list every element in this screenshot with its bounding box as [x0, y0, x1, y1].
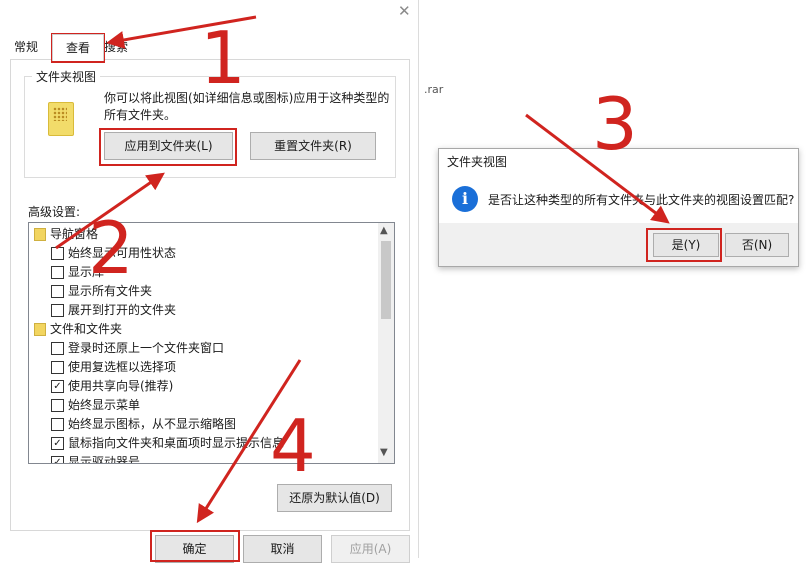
annotation-number-2: 2: [88, 206, 134, 290]
annotation-number-4: 4: [270, 404, 316, 488]
annotation-number-1: 1: [200, 16, 246, 100]
tab-view[interactable]: 查看: [52, 34, 104, 61]
annotation-number-3: 3: [592, 82, 638, 166]
